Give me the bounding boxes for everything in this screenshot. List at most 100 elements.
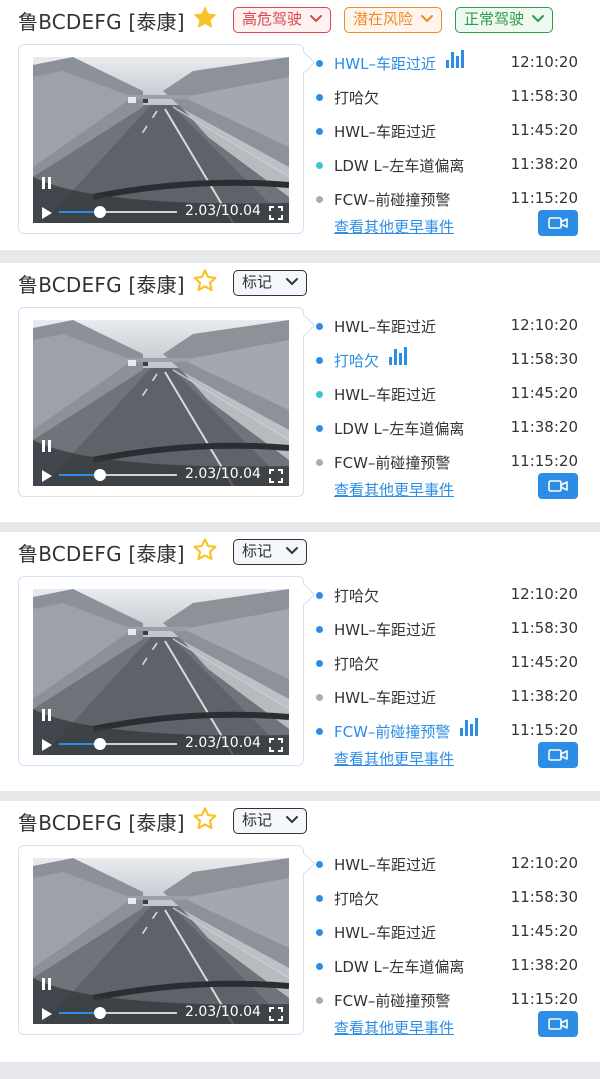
time-readout: 2.03/10.04 [185, 735, 261, 751]
event-item[interactable]: HWL–车距过近 12:10:20 [312, 849, 600, 883]
fullscreen-icon[interactable] [269, 1006, 283, 1021]
progress-handle[interactable] [94, 206, 106, 218]
mark-dropdown[interactable]: 标记 [233, 270, 307, 296]
chevron-down-icon [421, 15, 433, 23]
play-icon[interactable] [41, 737, 53, 751]
chevron-down-icon [310, 15, 322, 23]
event-item[interactable]: 打哈欠 11:58:30 [312, 883, 600, 917]
record-video-button[interactable] [538, 1011, 578, 1037]
star-outline-icon[interactable] [192, 268, 218, 294]
timeline-dot [316, 196, 323, 203]
play-icon[interactable] [41, 1006, 53, 1020]
star-filled-icon[interactable] [192, 5, 218, 31]
event-time: 11:15:20 [510, 189, 578, 207]
event-timeline: 打哈欠 12:10:20 HWL–车距过近 11:58:30 打哈欠 11:45:20 HW… [312, 570, 600, 810]
event-time: 11:38:20 [510, 956, 578, 974]
record-video-button[interactable] [538, 742, 578, 768]
timeline-dot [316, 997, 323, 1004]
event-item[interactable]: 打哈欠 11:58:30 [312, 82, 600, 116]
dropdown-label: 标记 [242, 811, 273, 829]
event-item[interactable]: LDW L–左车道偏离 11:38:20 [312, 413, 600, 447]
video-panel: 2.03/10.04 [18, 576, 316, 766]
event-item[interactable]: HWL–车距过近 11:58:30 [312, 614, 600, 648]
pause-icon[interactable] [41, 707, 53, 721]
progress-handle[interactable] [94, 1007, 106, 1019]
dashcam-frame [33, 57, 289, 223]
dropdown-label: 高危驾驶 [242, 10, 303, 28]
audio-bars-icon [389, 347, 407, 365]
driving-level-dropdown[interactable]: 高危驾驶 [233, 7, 331, 33]
event-card: 鲁BCDEFG [泰康] 高危驾驶 潜在风险 正常驾驶 2.03/10.04 HWL–车距… [0, 0, 600, 250]
event-item[interactable]: 打哈欠 11:45:20 [312, 648, 600, 682]
play-icon[interactable] [41, 468, 53, 482]
event-item[interactable]: HWL–车距过近 11:45:20 [312, 917, 600, 951]
vehicle-plate: 鲁BCDEFG [泰康] [18, 273, 185, 297]
mark-dropdown[interactable]: 标记 [233, 539, 307, 565]
event-name: 打哈欠 [334, 587, 380, 605]
video-player[interactable]: 2.03/10.04 [33, 858, 289, 1024]
more-events-link[interactable]: 查看其他更早事件 [334, 748, 454, 769]
event-time: 11:58:30 [510, 619, 578, 637]
time-readout: 2.03/10.04 [185, 466, 261, 482]
timeline-dot [316, 425, 323, 432]
event-name: FCW–前碰撞预警 [334, 191, 451, 209]
play-icon[interactable] [41, 205, 53, 219]
event-time: 11:38:20 [510, 155, 578, 173]
driving-level-dropdown[interactable]: 潜在风险 [344, 7, 442, 33]
event-item[interactable]: LDW L–左车道偏离 11:38:20 [312, 150, 600, 184]
more-events-link[interactable]: 查看其他更早事件 [334, 1017, 454, 1038]
event-time: 11:15:20 [510, 452, 578, 470]
event-timeline: HWL–车距过近 12:10:20 打哈欠 11:58:30 HWL–车距过近 11:45… [312, 301, 600, 541]
event-item[interactable]: HWL–车距过近 11:45:20 [312, 116, 600, 150]
record-video-button[interactable] [538, 210, 578, 236]
timeline-dot [316, 323, 323, 330]
timeline-dot [316, 391, 323, 398]
star-outline-icon[interactable] [192, 537, 218, 563]
event-item[interactable]: HWL–车距过近 12:10:20 [312, 311, 600, 345]
star-outline-icon[interactable] [192, 806, 218, 832]
video-player[interactable]: 2.03/10.04 [33, 589, 289, 755]
dashcam-frame [33, 858, 289, 1024]
pause-icon[interactable] [41, 976, 53, 990]
event-name: HWL–车距过近 [334, 123, 436, 141]
video-player[interactable]: 2.03/10.04 [33, 320, 289, 486]
progress-handle[interactable] [94, 469, 106, 481]
pause-icon[interactable] [41, 175, 53, 189]
video-player[interactable]: 2.03/10.04 [33, 57, 289, 223]
event-name: 打哈欠 [334, 89, 380, 107]
event-time: 12:10:20 [510, 585, 578, 603]
more-events-link[interactable]: 查看其他更早事件 [334, 216, 454, 237]
event-time: 11:15:20 [510, 721, 578, 739]
event-name: HWL–车距过近 [334, 621, 436, 639]
pause-icon[interactable] [41, 438, 53, 452]
time-readout: 2.03/10.04 [185, 203, 261, 219]
chevron-down-icon [286, 278, 298, 286]
event-time: 11:58:30 [510, 87, 578, 105]
card-header: 鲁BCDEFG [泰康] 标记 [0, 801, 600, 841]
event-time: 11:15:20 [510, 990, 578, 1008]
event-item[interactable]: 打哈欠 12:10:20 [312, 580, 600, 614]
event-time: 12:10:20 [510, 854, 578, 872]
event-card: 鲁BCDEFG [泰康] 标记 2.03/10.04 打哈欠 12:10:20 HWL–车… [0, 532, 600, 791]
progress-handle[interactable] [94, 738, 106, 750]
record-video-button[interactable] [538, 473, 578, 499]
event-card: 鲁BCDEFG [泰康] 标记 2.03/10.04 HWL–车距过近 12:10:20… [0, 801, 600, 1062]
video-panel: 2.03/10.04 [18, 307, 316, 497]
event-item[interactable]: HWL–车距过近 11:45:20 [312, 379, 600, 413]
audio-bars-icon [446, 50, 464, 68]
fullscreen-icon[interactable] [269, 468, 283, 483]
video-panel: 2.03/10.04 [18, 845, 316, 1035]
timeline-dot [316, 626, 323, 633]
driving-level-dropdown[interactable]: 正常驾驶 [455, 7, 553, 33]
event-item[interactable]: 打哈欠 11:58:30 [312, 345, 600, 379]
more-events-link[interactable]: 查看其他更早事件 [334, 479, 454, 500]
timeline-dot [316, 357, 323, 364]
fullscreen-icon[interactable] [269, 205, 283, 220]
mark-dropdown[interactable]: 标记 [233, 808, 307, 834]
fullscreen-icon[interactable] [269, 737, 283, 752]
event-item[interactable]: HWL–车距过近 11:38:20 [312, 682, 600, 716]
timeline-dot [316, 861, 323, 868]
event-item[interactable]: HWL–车距过近 12:10:20 [312, 48, 600, 82]
timeline-dot [316, 128, 323, 135]
event-item[interactable]: LDW L–左车道偏离 11:38:20 [312, 951, 600, 985]
